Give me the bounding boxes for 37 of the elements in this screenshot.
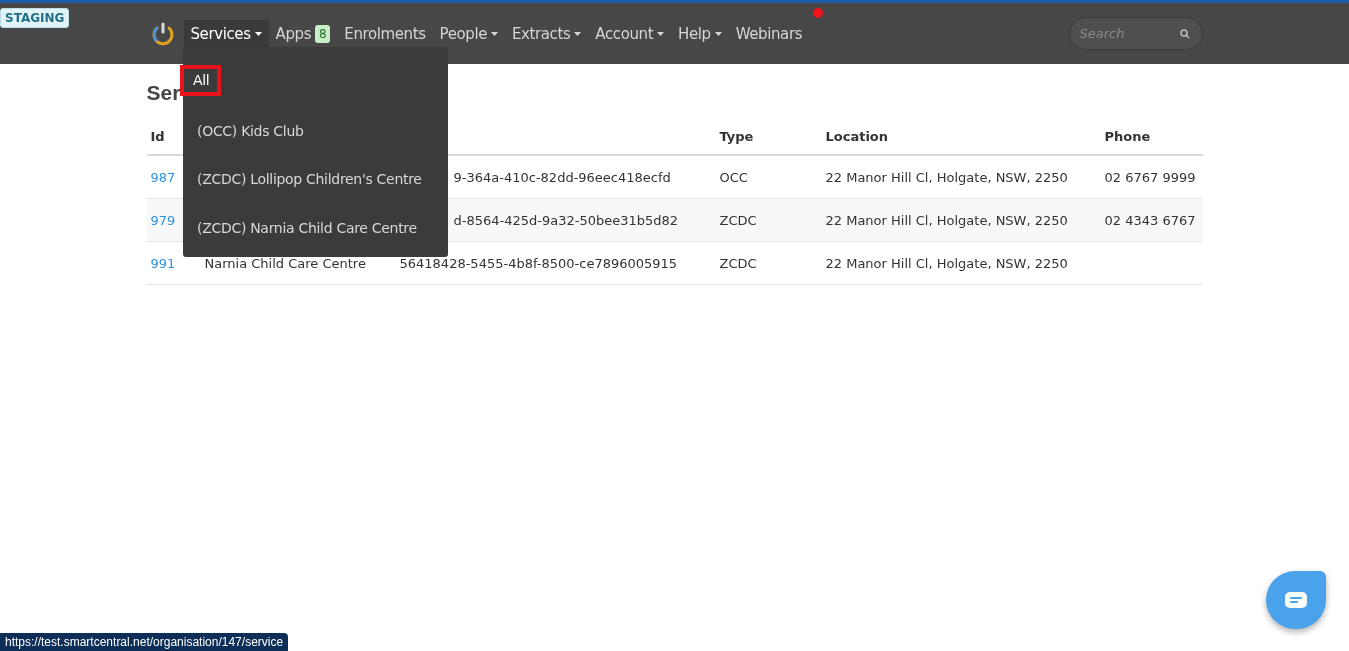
- column-header: Phone: [1100, 129, 1203, 155]
- table-cell: 56418428-5455-4b8f-8500-ce7896005915: [399, 255, 678, 271]
- nav-menu-item[interactable]: People: [432, 19, 505, 48]
- table-cell: 22 Manor Hill Cl, Holgate, NSW, 2250: [825, 212, 1068, 228]
- table-cell: ZCDC: [719, 255, 757, 271]
- dropdown-item[interactable]: All: [180, 65, 222, 96]
- nav-menu-item[interactable]: Account: [588, 19, 672, 48]
- nav-menu-item[interactable]: Enrolments: [337, 19, 433, 48]
- table-cell: OCC: [719, 169, 748, 185]
- table-cell: 02 4343 6767: [1104, 212, 1196, 228]
- power-logo-icon[interactable]: [150, 21, 175, 46]
- nav-menu-item[interactable]: Help: [671, 19, 729, 48]
- chat-icon: [1285, 592, 1307, 608]
- environment-badge: STAGING: [0, 8, 70, 28]
- nav-menu-item[interactable]: Extracts: [505, 19, 589, 48]
- id-link[interactable]: 987: [150, 169, 176, 185]
- nav-menu-item[interactable]: Apps 8: [268, 19, 338, 48]
- table-cell: d-8564-425d-9a32-50bee31b5d82: [453, 212, 679, 228]
- column-header: Type: [715, 129, 822, 155]
- table-cell: ZCDC: [719, 212, 757, 228]
- nav-menu-item[interactable]: Webinars: [728, 19, 810, 48]
- column-header: Location: [821, 129, 1101, 155]
- chat-button[interactable]: [1266, 571, 1326, 629]
- table-cell: 02 6767 9999: [1104, 169, 1196, 185]
- search-field[interactable]: Search: [1068, 17, 1203, 50]
- table-cell: 9-364a-410c-82dd-96eec418ecfd: [453, 169, 671, 185]
- search-icon: [1179, 29, 1190, 39]
- status-url: https://test.smartcentral.net/organisation/147/service: [0, 633, 289, 651]
- page-title: Ser: [146, 81, 181, 105]
- id-link[interactable]: 991: [150, 255, 176, 271]
- nav-menu-item[interactable]: Services: [183, 19, 269, 48]
- table-cell: 22 Manor Hill Cl, Holgate, NSW, 2250: [825, 169, 1068, 185]
- dropdown-item[interactable]: (ZCDC) Narnia Child Care Centre: [183, 208, 429, 247]
- count-badge: 8: [315, 24, 331, 43]
- table-cell: Narnia Child Care Centre: [204, 255, 366, 271]
- dropdown-item[interactable]: (ZCDC) Lollipop Children's Centre: [183, 160, 434, 199]
- table-cell: 22 Manor Hill Cl, Holgate, NSW, 2250: [825, 255, 1068, 271]
